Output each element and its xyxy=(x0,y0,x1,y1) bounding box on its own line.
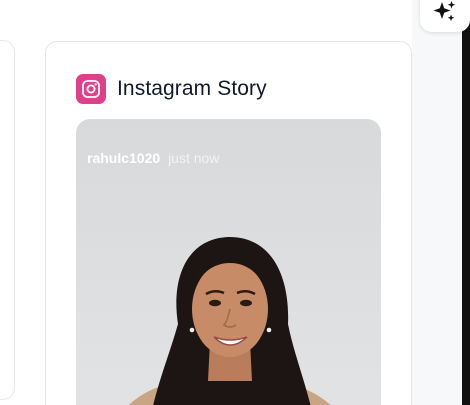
story-meta: rahulc1020 just now xyxy=(87,150,219,166)
card-title: Instagram Story xyxy=(117,77,267,100)
adjacent-card xyxy=(0,40,15,400)
story-timestamp: just now xyxy=(168,150,220,166)
instagram-icon xyxy=(76,74,106,104)
sparkles-icon xyxy=(432,0,458,30)
card-header: Instagram Story xyxy=(76,74,267,104)
story-username: rahulc1020 xyxy=(87,150,161,166)
instagram-story-card: Instagram Story rahulc1020 just now xyxy=(45,41,412,405)
workspace: Instagram Story rahulc1020 just now xyxy=(0,0,470,405)
right-panel xyxy=(412,0,462,405)
window-edge xyxy=(462,0,470,405)
story-preview[interactable]: rahulc1020 just now xyxy=(76,119,381,405)
ai-assist-button[interactable] xyxy=(420,0,470,32)
